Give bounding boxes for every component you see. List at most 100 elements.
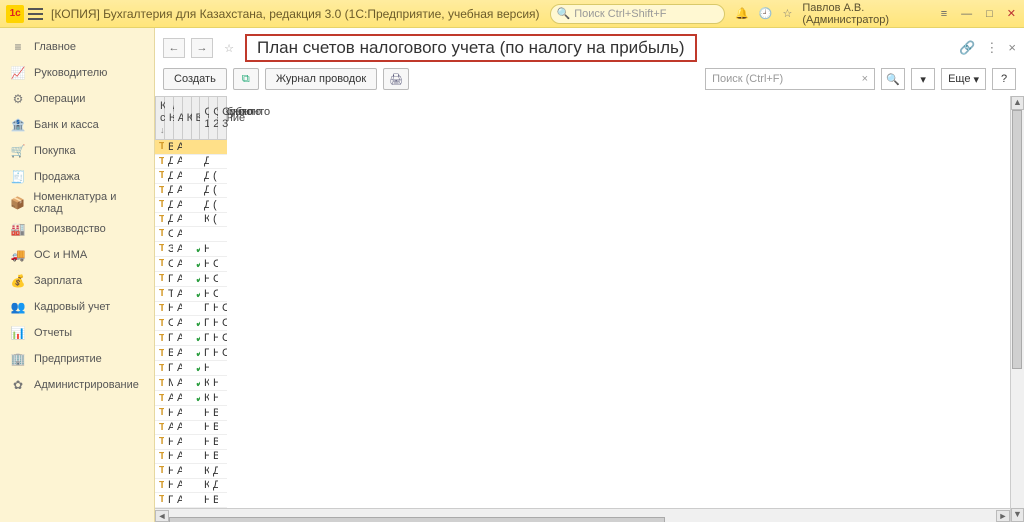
table-row[interactable]: To 1300НЗапасыА✓Номенклатура [155,242,227,257]
sidebar-item-10[interactable]: 👥Кадровый учет [0,294,154,320]
scrollbar-thumb-v[interactable] [1012,110,1022,369]
account-icon: T [159,363,164,374]
column-header[interactable]: Субконто 3 [218,97,227,140]
more-button[interactable]: Еще▾ [941,68,986,90]
sidebar-item-0[interactable]: ≡Главное [0,34,154,60]
link-icon[interactable]: 🔗 [959,40,975,56]
name-cell: Денежные средства в пути конвертация вал… [164,213,173,227]
table-row[interactable]: To 1350НПрочие запасыА✓Номенклатура [155,361,227,376]
vr-cell [191,213,200,227]
sidebar-item-8[interactable]: 🚚ОС и НМА [0,242,154,268]
table-row[interactable]: To 1021НДенежные средства в путиАДенежны… [155,198,227,213]
table-row[interactable]: To 1423ННДС, уплачиваемый налоговым аген… [155,479,227,494]
sub2-cell: Номенклатурные группы [209,302,218,316]
print-button[interactable]: 🖨 [383,68,409,90]
scroll-left-icon[interactable]: ◄ [155,510,169,522]
table-row[interactable]: To 000НВспомогательныйАП [155,140,227,155]
sidebar-item-11[interactable]: 📊Отчеты [0,320,154,346]
table-row[interactable]: To 1370НАктив по праву на возврат запасо… [155,391,227,406]
table-row[interactable]: To 1330НТоварыА✓НоменклатураСклады [155,287,227,302]
column-header[interactable]: Акт. [173,97,182,140]
sidebar-item-1[interactable]: 📈Руководителю [0,60,154,86]
menu-icon[interactable] [28,8,43,20]
sidebar-item-5[interactable]: 🧾Продажа [0,164,154,190]
maximize-icon[interactable]: □ [984,8,995,20]
akt-cell: А [173,257,182,272]
bell-icon[interactable]: 🔔 [735,7,749,20]
table-row[interactable]: To 1422ННалог на добавленную стоимость (… [155,464,227,479]
table-search[interactable]: Поиск (Ctrl+F) × [705,68,875,90]
minimize-icon[interactable]: — [959,8,974,20]
copy-button[interactable]: ⧉ [233,68,259,90]
scroll-up-icon[interactable]: ▲ [1011,96,1024,110]
vr-cell: ✓ [191,391,200,406]
user-label[interactable]: Павлов А.В. (Администратор) [802,2,928,26]
close-icon[interactable]: ✕ [1005,7,1018,20]
sidebar-item-13[interactable]: ✿Администрирование [0,372,154,398]
account-icon: T [159,348,164,359]
sidebar-item-7[interactable]: 🏭Производство [0,216,154,242]
menu-dots-icon[interactable]: ≡ [939,8,949,20]
global-search[interactable]: 🔍 Поиск Ctrl+Shift+F [550,4,726,24]
help-button[interactable]: ? [992,68,1016,90]
horizontal-scrollbar[interactable]: ◄ ► [155,508,1010,522]
sidebar-item-2[interactable]: ⚙Операции [0,86,154,112]
search-button[interactable]: 🔍 [881,68,905,90]
vertical-scrollbar[interactable]: ▲ ▼ [1010,96,1024,522]
name-cell: Денежные средства [164,155,173,169]
star-icon[interactable]: ☆ [782,7,792,20]
table-row[interactable]: To 1022НДенежные средства в пути конверт… [155,213,227,228]
journal-button[interactable]: Журнал проводок [265,68,377,90]
table-row[interactable]: To 1310НСырье и материалыА✓НоменклатураС… [155,257,227,272]
vr-cell: ✓ [191,316,200,331]
name-cell: Полуфабрикаты собственного производства [164,331,173,346]
column-header[interactable]: Субконто 1 [200,97,209,140]
table-row[interactable]: To 10НОборотные активыА [155,227,227,242]
create-button[interactable]: Создать [163,68,227,90]
sidebar-item-12[interactable]: 🏢Предприятие [0,346,154,372]
column-header[interactable]: Код счета [156,97,165,140]
table-row[interactable]: To 1430НПрочие налоговые активыАНалоги, … [155,493,227,508]
clear-search-icon[interactable]: × [862,73,868,85]
table-row[interactable]: To 1341НОсновное производствоА✓Подраздел… [155,316,227,331]
search-dropdown[interactable]: ▾ [911,68,935,90]
name-cell: Вспомогательный [164,140,173,154]
sub1-cell: Номенклатура [200,257,209,272]
table-row[interactable]: To 1700НПрочие активыА [155,508,227,509]
sidebar-item-6[interactable]: 📦Номенклатура и склад [0,190,154,216]
sidebar-item-3[interactable]: 🏦Банк и касса [0,112,154,138]
forward-button[interactable]: → [191,38,213,58]
kol-cell [182,508,191,509]
table-row[interactable]: To 1320НГотовая продукцияА✓НоменклатураС… [155,272,227,287]
sidebar-item-4[interactable]: 🛒Покупка [0,138,154,164]
table-row[interactable]: To 1340ННезавершенное производствоАПодра… [155,302,227,317]
tab-menu-icon[interactable]: ⋮ [985,40,998,56]
tab-close-icon[interactable]: × [1008,40,1016,56]
table-row[interactable]: To 1010НДенежные средства в кассе и на б… [155,169,227,184]
scroll-down-icon[interactable]: ▼ [1011,508,1024,522]
table-row[interactable]: To 1351НМатериалы переданные в переработ… [155,376,227,391]
table-row[interactable]: To 1421ННалог на добавленную стоимость к… [155,450,227,465]
table-row[interactable]: To 1420ННДС к возмещениюАНалоги, сборы, … [155,435,227,450]
table-row[interactable]: To 1000НДенежные средстваАДенежные средс… [155,155,227,170]
table-row[interactable]: To 1410НАвансовые платежи по корпоративн… [155,421,227,436]
akt-cell: А [173,376,182,391]
clock-icon[interactable]: 🕘 [759,7,773,20]
scrollbar-thumb[interactable] [169,517,665,522]
table-row[interactable]: To 1343НВспомогательные производстваА✓По… [155,346,227,361]
column-header[interactable]: ВР [191,97,200,140]
column-header[interactable]: Кол. [182,97,191,140]
sub3-cell [218,493,227,507]
scroll-right-icon[interactable]: ► [996,510,1010,522]
favorite-star-icon[interactable]: ☆ [219,42,239,55]
account-icon: T [159,156,164,167]
table-row[interactable]: To 1342НПолуфабрикаты собственного произ… [155,331,227,346]
column-header[interactable]: Наименование [164,97,173,140]
table-row[interactable]: To 1400ННалоговые активыАНалоги, сборы, … [155,406,227,421]
title-bar: 1c [КОПИЯ] Бухгалтерия для Казахстана, р… [0,0,1024,28]
column-header[interactable]: Субконто 2 [209,97,218,140]
sidebar-item-9[interactable]: 💰Зарплата [0,268,154,294]
sub1-cell: Номенклатура [200,242,209,257]
table-row[interactable]: To 1020НДенежные средства в путиАДенежны… [155,184,227,199]
back-button[interactable]: ← [163,38,185,58]
